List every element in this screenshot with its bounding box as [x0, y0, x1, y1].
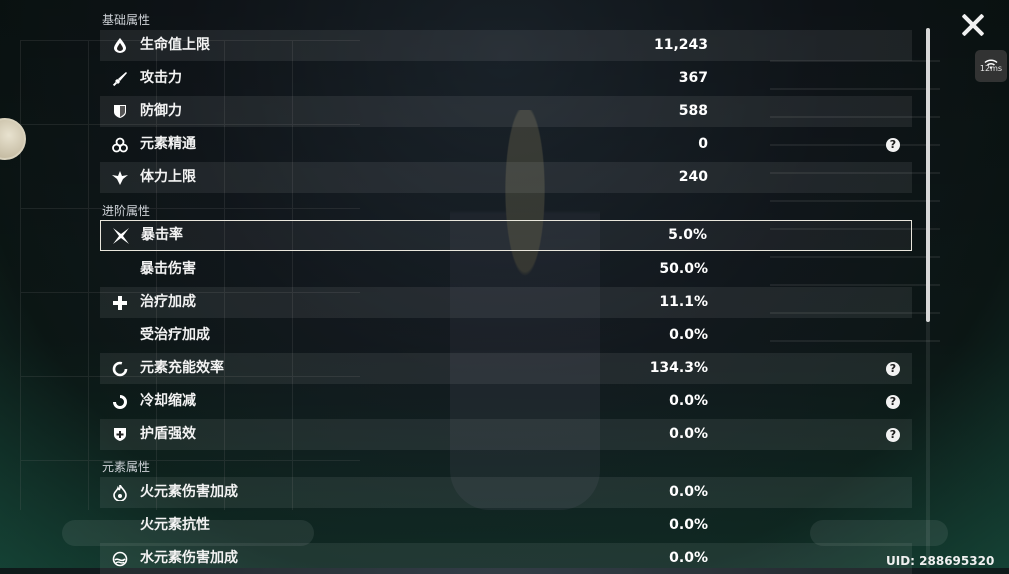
stat-label: 暴击伤害 [140, 261, 196, 277]
stat-label: 火元素伤害加成 [140, 484, 238, 500]
defense-shield-icon [112, 104, 128, 120]
stat-value: 0.0% [669, 517, 708, 533]
stat-label: 火元素抗性 [140, 517, 210, 533]
wifi-icon [984, 54, 998, 69]
pyro-icon [112, 484, 128, 501]
stat-row-healing-bonus[interactable]: 治疗加成 11.1% [100, 287, 912, 318]
stat-label: 治疗加成 [140, 294, 196, 310]
help-icon[interactable]: ? [886, 361, 900, 376]
stat-value: 0.0% [669, 550, 708, 566]
stat-row-crit-rate[interactable]: 暴击率 5.0% [100, 220, 912, 251]
stat-label: 冷却缩减 [140, 393, 196, 409]
hydro-icon [112, 551, 128, 567]
stat-label: 暴击率 [141, 227, 183, 243]
stat-value: 11.1% [659, 294, 708, 310]
stat-value: 134.3% [649, 360, 708, 376]
stat-row-energy-recharge[interactable]: 元素充能效率 134.3% ? [100, 353, 912, 384]
stat-value: 0 [698, 136, 708, 152]
uid-label: UID: 288695320 [886, 554, 995, 568]
stat-value: 50.0% [659, 261, 708, 277]
stat-row-stamina[interactable]: 体力上限 240 [100, 162, 912, 193]
stat-value: 11,243 [653, 37, 708, 53]
stat-row-incoming-healing[interactable]: 受治疗加成 0.0% [100, 320, 912, 351]
latency-text: 12ms [979, 64, 1003, 73]
section-title-basic: 基础属性 [102, 13, 151, 27]
stat-row-shield-strength[interactable]: 护盾强效 0.0% ? [100, 419, 912, 450]
stat-label: 元素精通 [140, 136, 196, 152]
stat-value: 5.0% [668, 227, 707, 243]
stat-row-crit-damage[interactable]: 暴击伤害 50.0% [100, 254, 912, 285]
section-title-advanced: 进阶属性 [102, 204, 151, 218]
attack-sword-icon [112, 71, 128, 87]
stat-row-attack[interactable]: 攻击力 367 [100, 63, 912, 94]
stat-row-pyro-dmg[interactable]: 火元素伤害加成 0.0% [100, 477, 912, 508]
stat-label: 受治疗加成 [140, 327, 210, 343]
help-icon[interactable]: ? [886, 137, 900, 152]
stat-label: 防御力 [140, 103, 182, 119]
stat-value: 367 [678, 70, 708, 86]
hp-drop-icon [112, 38, 128, 54]
healing-cross-icon [112, 295, 128, 311]
network-status: 12ms [975, 50, 1007, 82]
stat-label: 攻击力 [140, 70, 182, 86]
stat-row-hydro-dmg[interactable]: 水元素伤害加成 0.0% [100, 543, 912, 574]
stat-value: 588 [678, 103, 708, 119]
stamina-icon [112, 170, 128, 186]
stat-row-cd-reduction[interactable]: 冷却缩减 0.0% ? [100, 386, 912, 417]
energy-recharge-icon [112, 361, 128, 377]
attribute-panel: 基础属性 生命值上限 11,243 攻击力 367 防御力 588 元素精通 0… [100, 6, 912, 574]
stat-label: 水元素伤害加成 [140, 550, 238, 566]
crit-rate-icon [113, 227, 129, 244]
help-icon[interactable]: ? [886, 394, 900, 409]
close-icon[interactable] [960, 12, 986, 38]
elemental-mastery-icon [112, 137, 128, 153]
section-title-elemental: 元素属性 [102, 460, 151, 474]
stat-row-defense[interactable]: 防御力 588 [100, 96, 912, 127]
stat-value: 0.0% [669, 327, 708, 343]
stat-value: 0.0% [669, 426, 708, 442]
help-icon[interactable]: ? [886, 427, 900, 442]
stat-label: 体力上限 [140, 169, 196, 185]
stat-label: 护盾强效 [140, 426, 196, 442]
stat-row-elemental-mastery[interactable]: 元素精通 0 ? [100, 129, 912, 160]
stat-value: 0.0% [669, 393, 708, 409]
stat-value: 240 [678, 169, 708, 185]
stat-value: 0.0% [669, 484, 708, 500]
stat-row-pyro-res[interactable]: 火元素抗性 0.0% [100, 510, 912, 541]
stat-label: 生命值上限 [140, 37, 210, 53]
cd-reduction-icon [112, 394, 128, 410]
stat-label: 元素充能效率 [140, 360, 224, 376]
scrollbar-thumb[interactable] [926, 28, 930, 322]
stat-row-hp[interactable]: 生命值上限 11,243 [100, 30, 912, 61]
shield-strength-icon [112, 427, 128, 443]
